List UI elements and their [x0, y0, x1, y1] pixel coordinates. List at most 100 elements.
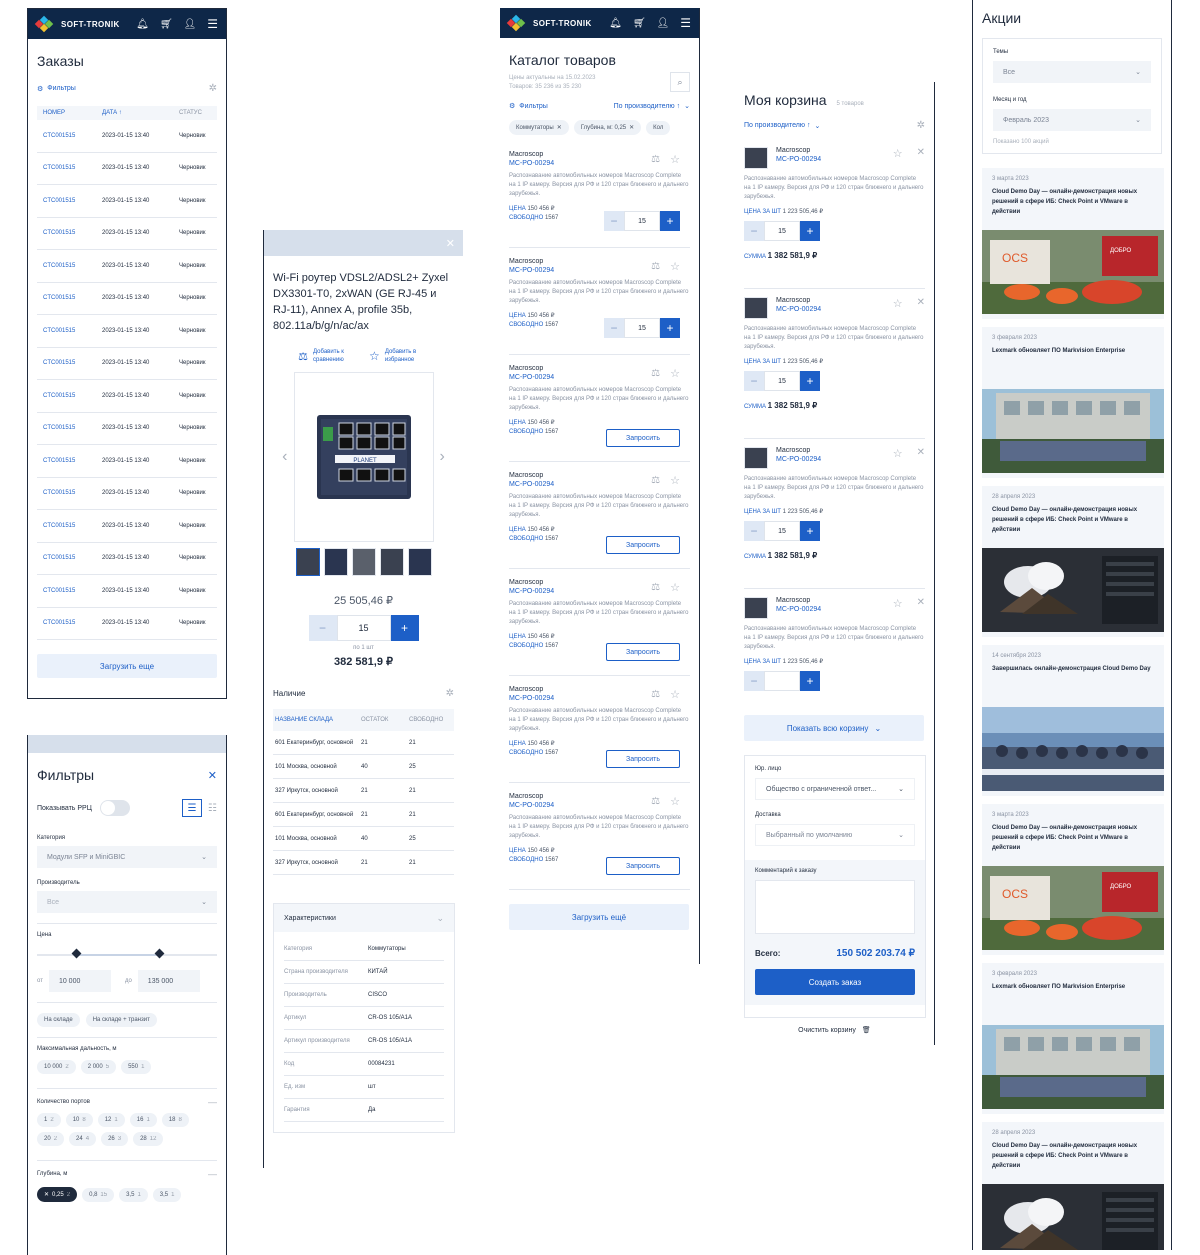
- table-row[interactable]: CTC001515 2023-01-15 13:40 Черновик: [37, 185, 217, 218]
- list-item[interactable]: Macroscop MC-PO-00294 ⚖︎ ☆ Распознавание …: [509, 355, 690, 462]
- filters-button[interactable]: ⚙︎ Фильтры: [37, 85, 76, 93]
- order-number[interactable]: CTC001515: [43, 620, 102, 626]
- request-button[interactable]: Запросить: [606, 429, 680, 447]
- table-row[interactable]: CTC001515 2023-01-15 13:40 Черновик: [37, 153, 217, 185]
- qty-stepper[interactable]: − 15 +: [604, 211, 680, 231]
- item-code[interactable]: MC-PO-00294: [509, 588, 554, 595]
- item-code[interactable]: MC-PO-00294: [509, 374, 554, 381]
- order-number[interactable]: CTC001515: [43, 198, 102, 204]
- minus-icon[interactable]: −: [744, 371, 764, 391]
- item-code[interactable]: MC-PO-00294: [509, 267, 554, 274]
- col-status[interactable]: СТАТУС: [179, 110, 202, 116]
- table-row[interactable]: CTC001515 2023-01-15 13:40 Черновик: [37, 608, 217, 640]
- delivery-select[interactable]: Выбранный по умолчанию ⌄: [755, 824, 915, 846]
- col-warehouse[interactable]: НАЗВАНИЕ СКЛАДА: [275, 717, 361, 724]
- thumbnail[interactable]: [295, 548, 320, 576]
- order-number[interactable]: CTC001515: [43, 360, 102, 366]
- star-icon[interactable]: ☆: [670, 153, 680, 166]
- filter-chip[interactable]: Кол: [646, 120, 671, 135]
- thumbnail[interactable]: [379, 548, 404, 576]
- compare-icon[interactable]: ⚖︎: [651, 154, 660, 165]
- collapse-icon[interactable]: —: [208, 1169, 217, 1179]
- table-row[interactable]: CTC001515 2023-01-15 13:40 Черновик: [37, 380, 217, 413]
- thumbnail[interactable]: [351, 548, 376, 576]
- qty-input[interactable]: 15: [764, 521, 800, 541]
- table-row[interactable]: CTC001515 2023-01-15 13:40 Черновик: [37, 413, 217, 445]
- star-icon[interactable]: ☆: [893, 297, 903, 310]
- close-icon[interactable]: ✕: [917, 147, 925, 158]
- qty-input[interactable]: 15: [624, 318, 660, 338]
- plus-icon[interactable]: +: [390, 615, 419, 641]
- table-row[interactable]: CTC001515 2023-01-15 13:40 Черновик: [37, 575, 217, 608]
- item-code[interactable]: MC-PO-00294: [509, 695, 554, 702]
- filters-button[interactable]: ⚙︎ Фильтры: [509, 102, 548, 111]
- filter-chip[interactable]: 28 12: [133, 1132, 164, 1146]
- favorite-button[interactable]: ☆ Добавить в избранное: [369, 348, 429, 364]
- item-code[interactable]: MC-PO-00294: [776, 306, 885, 313]
- compare-icon[interactable]: ⚖︎: [651, 475, 660, 486]
- slider-handle-min[interactable]: [71, 948, 82, 959]
- star-icon[interactable]: ☆: [670, 688, 680, 701]
- compare-icon[interactable]: ⚖︎: [651, 582, 660, 593]
- order-number[interactable]: CTC001515: [43, 263, 102, 269]
- slider-handle-max[interactable]: [154, 948, 165, 959]
- compare-icon[interactable]: ⚖︎: [651, 796, 660, 807]
- minus-icon[interactable]: −: [744, 221, 764, 241]
- compare-button[interactable]: ⚖︎ Добавить к сравнению: [298, 348, 357, 364]
- cart-item[interactable]: Macroscop MC-PO-00294 ☆ ✕ Распознавание …: [744, 589, 925, 707]
- table-row[interactable]: CTC001515 2023-01-15 13:40 Черновик: [37, 120, 217, 153]
- next-image-icon[interactable]: ›: [440, 448, 445, 466]
- order-number[interactable]: CTC001515: [43, 165, 102, 171]
- star-icon[interactable]: ☆: [893, 447, 903, 460]
- qty-input[interactable]: 15: [624, 211, 660, 231]
- cart-icon[interactable]: 🛒︎: [160, 19, 173, 30]
- qty-input[interactable]: [764, 671, 800, 691]
- filter-chip[interactable]: 16 1: [129, 1113, 157, 1127]
- order-number[interactable]: CTC001515: [43, 393, 102, 399]
- price-from-input[interactable]: 10 000: [48, 970, 111, 992]
- sort-select[interactable]: По производителю ↑ ⌄: [744, 122, 820, 130]
- star-icon[interactable]: ☆: [893, 147, 903, 160]
- table-row[interactable]: CTC001515 2023-01-15 13:40 Черновик: [37, 510, 217, 543]
- close-icon[interactable]: ✕: [629, 124, 634, 131]
- list-item[interactable]: Macroscop MC-PO-00294 ⚖︎ ☆ Распознавание …: [509, 248, 690, 355]
- col-date[interactable]: ДАТА ↑: [102, 110, 179, 116]
- close-icon[interactable]: ✕: [44, 1191, 49, 1198]
- category-select[interactable]: Модули SFP и MiniGBIC ⌄: [37, 846, 217, 868]
- table-row[interactable]: CTC001515 2023-01-15 13:40 Черновик: [37, 543, 217, 575]
- request-button[interactable]: Запросить: [606, 857, 680, 875]
- filter-chip[interactable]: Коммутаторы ✕: [509, 120, 569, 135]
- thumbnail[interactable]: [407, 548, 432, 576]
- price-to-input[interactable]: 135 000: [137, 970, 200, 992]
- promo-card[interactable]: 14 сентября 2023 Завершилась онлайн-демо…: [982, 645, 1164, 796]
- filter-chip[interactable]: 10 000 2: [37, 1060, 76, 1074]
- settings-icon[interactable]: ✲: [917, 120, 925, 131]
- close-icon[interactable]: ✕: [446, 237, 455, 250]
- star-icon[interactable]: ☆: [893, 597, 903, 610]
- item-code[interactable]: MC-PO-00294: [509, 481, 554, 488]
- col-free[interactable]: СВОБОДНО: [409, 717, 443, 723]
- cart-item[interactable]: Macroscop MC-PO-00294 ☆ ✕ Распознавание …: [744, 289, 925, 439]
- minus-icon[interactable]: −: [604, 211, 624, 231]
- close-icon[interactable]: ✕: [557, 124, 562, 131]
- order-number[interactable]: CTC001515: [43, 328, 102, 334]
- star-icon[interactable]: ☆: [670, 795, 680, 808]
- order-number[interactable]: CTC001515: [43, 588, 102, 594]
- load-more-button[interactable]: Загрузить ещё: [509, 904, 689, 930]
- col-number[interactable]: НОМЕР: [43, 110, 102, 116]
- load-more-button[interactable]: Загрузить еще: [37, 654, 217, 678]
- cart-icon[interactable]: 🛒︎: [633, 18, 646, 29]
- star-icon[interactable]: ☆: [670, 474, 680, 487]
- bell-icon[interactable]: 🔔︎: [136, 19, 149, 30]
- collapse-icon[interactable]: —: [208, 1097, 217, 1107]
- comment-textarea[interactable]: [755, 880, 915, 934]
- plus-icon[interactable]: +: [800, 521, 820, 541]
- theme-select[interactable]: Все ⌄: [993, 61, 1151, 83]
- promo-card[interactable]: 3 февраля 2023 Lexmark обновляет ПО Mark…: [982, 963, 1164, 1114]
- plus-icon[interactable]: +: [660, 318, 680, 338]
- specs-toggle[interactable]: Характеристики ⌄: [274, 904, 454, 932]
- qty-stepper[interactable]: − +: [744, 671, 925, 691]
- filter-chip[interactable]: 18 8: [161, 1113, 189, 1127]
- table-row[interactable]: CTC001515 2023-01-15 13:40 Черновик: [37, 315, 217, 348]
- compact-view-icon[interactable]: ☷: [208, 803, 217, 814]
